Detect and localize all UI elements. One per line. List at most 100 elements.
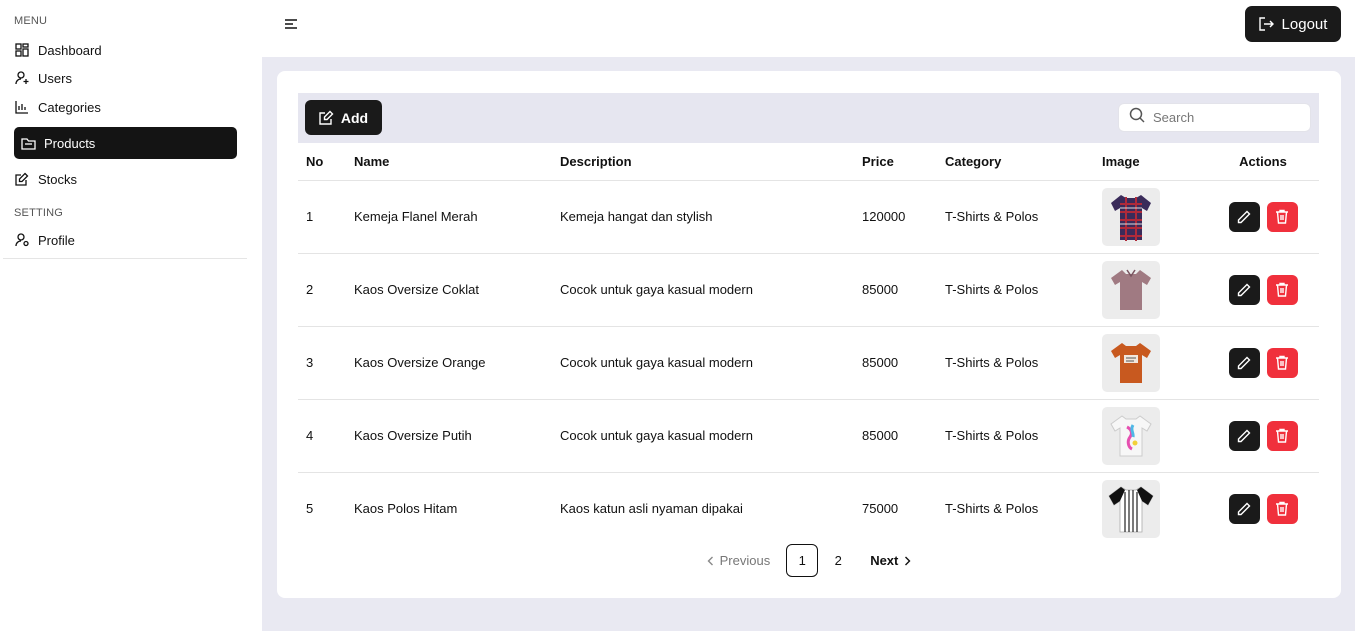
table-row: 5 Kaos Polos Hitam Kaos katun asli nyama… — [298, 472, 1319, 545]
edit-icon — [14, 171, 30, 187]
next-page-button[interactable]: Next — [870, 553, 911, 568]
cell-description: Kemeja hangat dan stylish — [560, 180, 862, 254]
product-thumbnail-flannel-shirt — [1102, 187, 1160, 246]
cell-category: T-Shirts & Polos — [945, 253, 1102, 327]
cell-price: 85000 — [862, 326, 945, 400]
logout-button[interactable]: Logout — [1245, 6, 1341, 42]
product-thumbnail-white-tee — [1102, 406, 1160, 465]
sidebar-item-label: Dashboard — [38, 42, 102, 58]
user-gear-icon — [14, 232, 30, 248]
trash-icon — [1276, 282, 1288, 297]
cell-price: 85000 — [862, 253, 945, 327]
search-input[interactable] — [1153, 110, 1303, 125]
page-button-1[interactable]: 1 — [786, 544, 819, 577]
cell-description: Cocok untuk gaya kasual modern — [560, 253, 862, 327]
delete-button[interactable] — [1266, 347, 1298, 378]
cell-image — [1102, 326, 1207, 400]
header-description: Description — [560, 143, 862, 181]
sidebar-item-users[interactable]: Users — [14, 63, 237, 93]
search-box[interactable] — [1118, 103, 1311, 132]
cell-name: Kemeja Flanel Merah — [354, 180, 560, 254]
sidebar-item-products[interactable]: Products — [14, 127, 237, 159]
sidebar-item-categories[interactable]: Categories — [14, 92, 237, 122]
cell-image — [1102, 472, 1207, 545]
header-name: Name — [354, 143, 560, 181]
cell-price: 120000 — [862, 180, 945, 254]
cell-name: Kaos Oversize Orange — [354, 326, 560, 400]
edit-button[interactable] — [1228, 201, 1260, 232]
hamburger-menu-icon[interactable] — [284, 17, 300, 31]
previous-label: Previous — [719, 553, 771, 568]
sidebar-item-label: Products — [44, 135, 96, 151]
sidebar: MENU Dashboard Users Categories Products… — [0, 0, 262, 631]
trash-icon — [1276, 502, 1288, 516]
edit-button[interactable] — [1228, 420, 1260, 451]
pencil-icon — [1237, 502, 1251, 515]
header-category: Category — [945, 143, 1102, 181]
delete-button[interactable] — [1266, 420, 1298, 451]
table-row: 1 Kemeja Flanel Merah Kemeja hangat dan … — [298, 180, 1319, 254]
edit-button[interactable] — [1228, 347, 1260, 378]
header-image: Image — [1102, 143, 1207, 181]
pencil-icon — [1237, 210, 1251, 223]
sidebar-item-label: Stocks — [38, 171, 78, 187]
sidebar-item-dashboard[interactable]: Dashboard — [14, 35, 237, 65]
sidebar-item-label: Categories — [38, 99, 101, 115]
page-button-2[interactable]: 2 — [822, 544, 854, 577]
header-actions: Actions — [1207, 143, 1319, 181]
main-content: Add No Name Description Price Category I… — [262, 57, 1355, 631]
header-price: Price — [862, 143, 945, 181]
edit-button[interactable] — [1228, 493, 1260, 524]
cell-category: T-Shirts & Polos — [945, 501, 1039, 517]
cell-actions — [1207, 399, 1319, 473]
add-note-icon — [319, 110, 334, 125]
cell-name: Kaos Oversize Coklat — [354, 253, 560, 327]
cell-no: 5 — [306, 501, 314, 517]
cell-category: T-Shirts & Polos — [945, 399, 1102, 473]
next-label: Next — [870, 553, 899, 568]
table-row: 4 Kaos Oversize Putih Cocok untuk gaya k… — [298, 399, 1319, 473]
trash-icon — [1276, 428, 1288, 443]
edit-button[interactable] — [1228, 274, 1260, 305]
cell-name: Kaos Oversize Putih — [354, 399, 560, 473]
add-label: Add — [340, 109, 369, 126]
add-product-button[interactable]: Add — [305, 100, 382, 135]
chevron-right-icon — [904, 556, 911, 566]
products-card: Add No Name Description Price Category I… — [277, 71, 1341, 598]
trash-icon — [1276, 355, 1288, 370]
cell-description: Kaos katun asli nyaman dipakai — [560, 501, 743, 517]
cell-image — [1102, 253, 1207, 327]
cell-category: T-Shirts & Polos — [945, 326, 1102, 400]
pencil-icon — [1237, 356, 1251, 369]
sidebar-item-stocks[interactable]: Stocks — [14, 164, 237, 194]
table-row: 3 Kaos Oversize Orange Cocok untuk gaya … — [298, 326, 1319, 400]
dashboard-icon — [14, 42, 30, 58]
cell-image — [1102, 399, 1207, 473]
delete-button[interactable] — [1266, 201, 1298, 232]
cell-actions — [1207, 472, 1319, 545]
products-table: No Name Description Price Category Image… — [298, 143, 1319, 545]
table-toolbar: Add — [298, 93, 1319, 143]
topbar: Logout — [262, 0, 1355, 57]
delete-button[interactable] — [1266, 274, 1298, 305]
delete-button[interactable] — [1266, 493, 1298, 524]
cell-description: Cocok untuk gaya kasual modern — [560, 399, 862, 473]
chart-icon — [14, 99, 30, 115]
folder-icon — [20, 135, 36, 151]
sidebar-item-profile[interactable]: Profile — [14, 225, 237, 255]
cell-actions — [1207, 326, 1319, 400]
cell-category: T-Shirts & Polos — [945, 180, 1102, 254]
cell-no: 2 — [298, 253, 354, 327]
cell-no: 4 — [298, 399, 354, 473]
search-icon — [1129, 107, 1145, 128]
previous-page-button[interactable]: Previous — [707, 553, 771, 568]
setting-section-label: SETTING — [14, 207, 64, 219]
cell-name: Kaos Polos Hitam — [354, 501, 458, 517]
cell-actions — [1207, 253, 1319, 327]
cell-price: 75000 — [862, 501, 899, 517]
trash-icon — [1276, 209, 1288, 224]
pagination: Previous 1 2 Next — [277, 544, 1341, 577]
sidebar-divider — [3, 258, 247, 259]
logout-label: Logout — [1281, 15, 1328, 33]
cell-no: 3 — [298, 326, 354, 400]
